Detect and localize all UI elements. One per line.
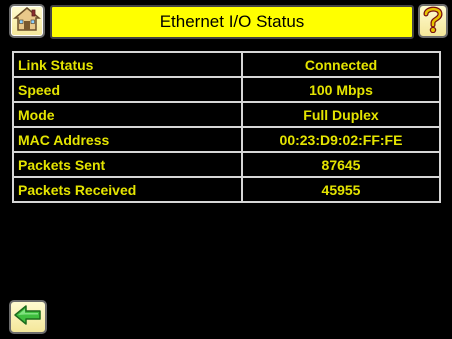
table-row: Mode Full Duplex bbox=[12, 101, 441, 128]
row-value: 45955 bbox=[241, 176, 441, 203]
help-button[interactable] bbox=[418, 4, 448, 38]
back-arrow-icon bbox=[13, 304, 43, 331]
row-value: 87645 bbox=[241, 151, 441, 178]
back-button[interactable] bbox=[9, 300, 47, 334]
row-value: Connected bbox=[241, 51, 441, 78]
row-label: Packets Sent bbox=[12, 151, 243, 178]
table-row: Packets Received 45955 bbox=[12, 176, 441, 203]
row-label: Packets Received bbox=[12, 176, 243, 203]
ethernet-status-table: Link Status Connected Speed 100 Mbps Mod… bbox=[12, 51, 441, 203]
row-value: Full Duplex bbox=[241, 101, 441, 128]
page-title: Ethernet I/O Status bbox=[159, 12, 305, 31]
question-mark-icon bbox=[422, 5, 444, 38]
table-row: Link Status Connected bbox=[12, 51, 441, 78]
row-value: 100 Mbps bbox=[241, 76, 441, 103]
row-label: Link Status bbox=[12, 51, 243, 78]
row-value: 00:23:D9:02:FF:FE bbox=[241, 126, 441, 153]
title-bar: Ethernet I/O Status bbox=[50, 5, 414, 39]
row-label: Mode bbox=[12, 101, 243, 128]
table-row: Speed 100 Mbps bbox=[12, 76, 441, 103]
table-row: MAC Address 00:23:D9:02:FF:FE bbox=[12, 126, 441, 153]
row-label: Speed bbox=[12, 76, 243, 103]
home-button[interactable] bbox=[9, 4, 45, 38]
home-icon bbox=[12, 6, 42, 37]
row-label: MAC Address bbox=[12, 126, 243, 153]
table-row: Packets Sent 87645 bbox=[12, 151, 441, 178]
